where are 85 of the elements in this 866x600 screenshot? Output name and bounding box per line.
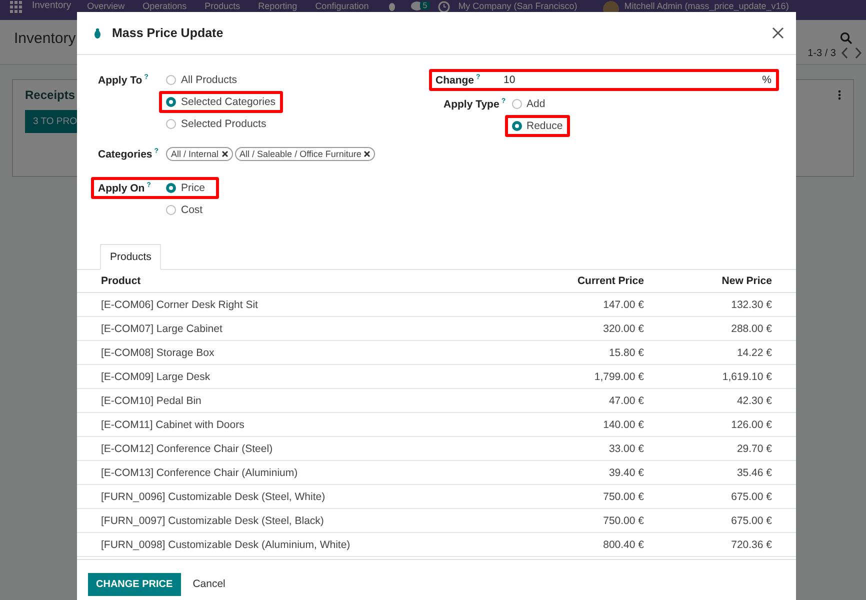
radio-button[interactable] (166, 97, 176, 107)
field-label: Apply Type $^{?}$ (444, 98, 507, 110)
menu-item[interactable]: Products (204, 1, 240, 11)
table-cell: 35.46 € (658, 460, 796, 484)
radio-button[interactable] (512, 121, 522, 131)
menu-item[interactable]: Overview (87, 1, 125, 11)
table-cell: 42.30 € (658, 388, 796, 412)
user-menu[interactable]: Mitchell Admin (mass_price_update_v16) (624, 1, 789, 11)
table-cell: 750.00 € (530, 508, 658, 532)
breadcrumb: Inventory (14, 30, 76, 46)
table-cell: 147.00 € (530, 292, 658, 316)
remove-icon[interactable] (364, 151, 370, 157)
table-cell: 1,799.00 € (530, 364, 658, 388)
table-cell: [E-COM12] Conference Chair (Steel) (77, 436, 530, 460)
clock-icon[interactable] (438, 1, 450, 13)
search-icon[interactable] (840, 32, 852, 44)
table-cell: 140.00 € (530, 412, 658, 436)
menu-item[interactable]: Reporting (258, 1, 298, 11)
message-count-badge: 5 (420, 1, 430, 10)
table-cell: [E-COM08] Storage Box (77, 340, 530, 364)
table-cell: 15.80 € (530, 340, 658, 364)
unit-label: % (762, 74, 772, 86)
table-cell: [E-COM13] Conference Chair (Aluminium) (77, 460, 530, 484)
radio-option[interactable]: Selected Products (159, 113, 274, 135)
column-header[interactable]: Current Price (530, 270, 658, 292)
table-cell: 14.22 € (658, 340, 796, 364)
table-cell: [FURN_0097] Customizable Desk (Steel, Black) (77, 508, 530, 532)
field-label: Apply To $^{?}$ (98, 74, 150, 86)
change-field[interactable]: 10 % (504, 74, 772, 86)
field-label: Apply On $^{?}$ (98, 182, 152, 194)
category-tag[interactable]: All / Saleable / Office Furniture (234, 147, 376, 161)
app-name[interactable]: Inventory (32, 1, 72, 11)
dialog-title: Mass Price Update (112, 26, 224, 40)
table-cell: [E-COM10] Pedal Bin (77, 388, 530, 412)
table-cell: 675.00 € (658, 508, 796, 532)
radio-option[interactable]: Cost (159, 199, 210, 221)
change-price-button[interactable]: CHANGE PRICE (88, 572, 181, 596)
table-cell: 750.00 € (530, 484, 658, 508)
radio-button[interactable] (166, 183, 176, 193)
table-cell: 39.40 € (530, 460, 658, 484)
card-title: Receipts (25, 88, 76, 102)
table-cell: 720.36 € (658, 532, 796, 556)
table-cell: 132.30 € (658, 292, 796, 316)
radio-option[interactable]: Selected Categories (159, 91, 283, 113)
table-cell: 126.00 € (658, 412, 796, 436)
table-cell: 320.00 € (530, 316, 658, 340)
radio-option[interactable]: Add (504, 93, 552, 115)
radio-option[interactable]: Reduce (504, 115, 570, 137)
table-cell: 29.70 € (658, 436, 796, 460)
previous-icon[interactable] (841, 47, 849, 59)
category-tag[interactable]: All / Internal (166, 147, 233, 161)
radio-button[interactable] (166, 119, 176, 129)
table-cell: 675.00 € (658, 484, 796, 508)
close-icon[interactable] (772, 27, 784, 39)
more-icon[interactable] (838, 90, 841, 100)
table-cell: [E-COM07] Large Cabinet (77, 316, 530, 340)
table-cell: [E-COM11] Cabinet with Doors (77, 412, 530, 436)
radio-button[interactable] (166, 75, 176, 85)
column-header[interactable]: New Price (658, 270, 796, 292)
apps-icon[interactable] (10, 1, 22, 13)
menu-item[interactable]: Operations (142, 1, 187, 11)
table-cell: 33.00 € (530, 436, 658, 460)
table-cell: [FURN_0096] Customizable Desk (Steel, White) (77, 484, 530, 508)
remove-icon[interactable] (222, 151, 228, 157)
table-cell: 1,619.10 € (658, 364, 796, 388)
field-label: Change $^{?}$ (436, 74, 482, 86)
table-cell: [FURN_0098] Customizable Desk (Aluminium, White) (77, 532, 530, 556)
table-cell: [E-COM06] Corner Desk Right Sit (77, 292, 530, 316)
cancel-button[interactable]: Cancel (184, 572, 234, 596)
column-header[interactable]: Product (77, 270, 530, 292)
table-cell: 800.40 € (530, 532, 658, 556)
table-cell: 288.00 € (658, 316, 796, 340)
next-icon[interactable] (854, 47, 862, 59)
field-value: 10 (504, 74, 516, 86)
radio-button[interactable] (512, 99, 522, 109)
menu-item[interactable]: Configuration (315, 1, 369, 11)
table-cell: 47.00 € (530, 388, 658, 412)
radio-button[interactable] (166, 205, 176, 215)
table-cell: [E-COM09] Large Desk (77, 364, 530, 388)
pager: 1-3 / 3 (808, 48, 836, 58)
field-label: Categories $^{?}$ (98, 148, 160, 160)
radio-option[interactable]: All Products (159, 69, 244, 91)
tab[interactable]: Products (100, 244, 162, 270)
company-switcher[interactable]: My Company (San Francisco) (458, 1, 578, 11)
radio-option[interactable]: Price (159, 177, 212, 199)
